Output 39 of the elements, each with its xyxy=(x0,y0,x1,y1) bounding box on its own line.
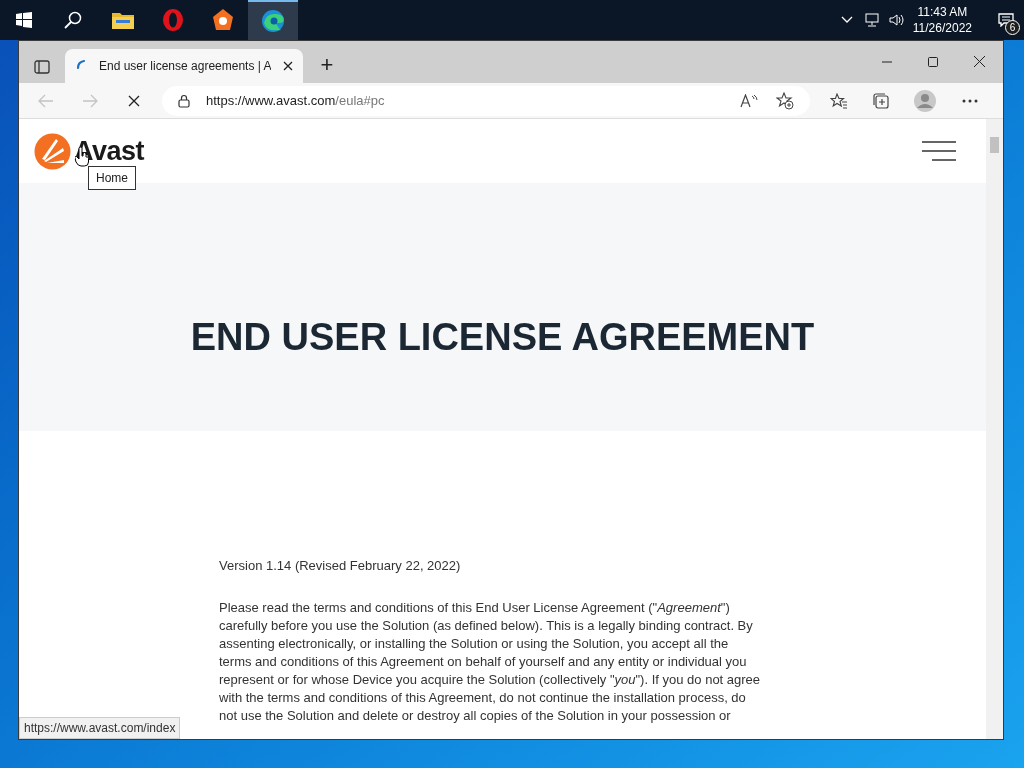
ring-icon xyxy=(162,9,184,31)
network-icon[interactable] xyxy=(864,13,881,27)
scroll-thumb[interactable] xyxy=(990,137,999,153)
tooltip: Home xyxy=(88,166,136,190)
more-icon[interactable] xyxy=(962,98,978,103)
collections-icon[interactable] xyxy=(872,91,890,110)
notification-badge: 6 xyxy=(1005,20,1020,35)
new-tab-button[interactable]: + xyxy=(313,50,341,78)
status-url: https://www.avast.com/index xyxy=(19,717,181,739)
browser-tab[interactable]: End user license agreements | A xyxy=(65,49,303,83)
url-text: https://www.avast.com/eula#pc xyxy=(206,91,385,110)
notification-button[interactable]: 6 xyxy=(988,0,1024,40)
folder-icon xyxy=(112,11,134,29)
favorites-icon[interactable] xyxy=(830,92,848,109)
page-title: END USER LICENSE AGREEMENT xyxy=(190,314,815,360)
close-icon[interactable] xyxy=(283,61,293,71)
logo-icon xyxy=(34,132,71,170)
version-text: Version 1.14 (Revised February 22, 2022) xyxy=(219,557,462,575)
chevron-icon[interactable] xyxy=(840,16,853,24)
swirl-icon xyxy=(261,9,285,33)
vertical-scrollbar[interactable] xyxy=(986,119,1003,739)
add-favorite-icon[interactable] xyxy=(776,91,794,110)
clock-time[interactable]: 11:43 AM xyxy=(917,4,968,20)
tab-title: End user license agreements | A xyxy=(99,58,271,75)
tab-actions-icon[interactable] xyxy=(34,59,50,75)
speaker-icon[interactable] xyxy=(888,13,905,27)
search-icon xyxy=(64,11,82,29)
address-bar[interactable]: https://www.avast.com/eula#pc xyxy=(162,85,810,116)
profile-icon[interactable] xyxy=(914,89,936,112)
clock-date[interactable]: 11/26/2022 xyxy=(912,20,972,36)
maximize-icon[interactable] xyxy=(928,57,938,67)
stop-icon[interactable] xyxy=(128,94,140,107)
paragraph: Please read the terms and conditions of this End User License Agreement ("Agreement") carefully before you use the Solution (as defined below). This is a legally binding contract. By assenting electronically, or installing the Solution or using the Solution, you accept all the terms and conditions of this Agreement on behalf of yourself and any entity or individual you represent or for whose Device you acquire the Solution (collectively "you"). If you do not agree with the terms and conditions of this Agreement, do not continue the installation process, do not use the Solution and delete or destroy all copies of the Solution in your possession or xyxy=(219,599,762,725)
menu-icon[interactable] xyxy=(922,140,956,162)
lock-icon xyxy=(178,93,190,108)
windows-icon xyxy=(16,12,32,28)
read-aloud-icon[interactable] xyxy=(740,93,758,108)
shield-icon xyxy=(211,8,235,32)
close-icon[interactable] xyxy=(974,56,985,67)
